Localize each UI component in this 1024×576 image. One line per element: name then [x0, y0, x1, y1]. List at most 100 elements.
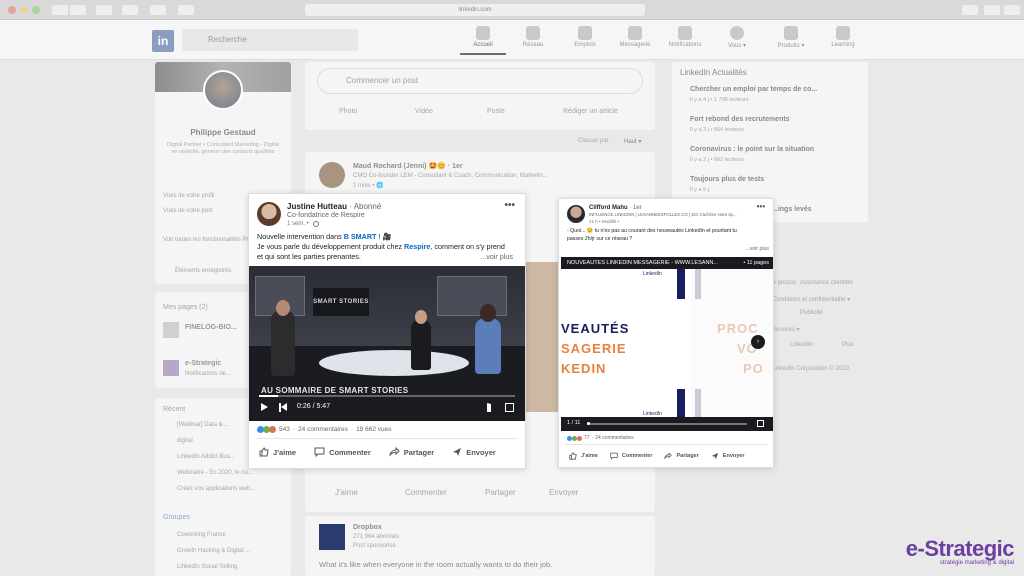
page-estrategic[interactable]: e-Strategic: [185, 360, 221, 367]
nav-notifications[interactable]: Notifications: [662, 26, 708, 48]
document-progress-track[interactable]: [587, 423, 747, 425]
nav-messaging[interactable]: Messagerie: [612, 26, 658, 48]
footer-link[interactable]: À propos: [772, 280, 796, 286]
see-more-link[interactable]: ...voir plus: [480, 252, 513, 262]
author-avatar[interactable]: [567, 205, 585, 223]
footer-link[interactable]: Services ▾: [772, 326, 800, 333]
bg-like-button[interactable]: J'aime: [335, 488, 358, 497]
close-window-dot[interactable]: [8, 6, 16, 14]
footer-link[interactable]: Plus: [842, 342, 854, 348]
page-finelog[interactable]: FINELOG-BIO...: [185, 324, 237, 331]
group-item[interactable]: Growth Hacking & Digital ...: [177, 548, 250, 554]
video-player[interactable]: SMART STORIES AU SOMMAIRE DE SMART STORI…: [249, 266, 525, 421]
next-slide-button[interactable]: ›: [751, 335, 765, 349]
news-title: LinkedIn Actualités: [680, 68, 747, 77]
document-viewer[interactable]: NOUVEAUTES LINKEDIN MESSAGERIE - WWW.LES…: [561, 257, 773, 431]
bg-post-subtitle: CMO Co-founder LEM - Consultant & Coach,…: [353, 173, 548, 179]
slide-bar-bottom: [677, 389, 685, 419]
like-button[interactable]: J'aime: [569, 452, 598, 460]
maximize-window-dot[interactable]: [32, 6, 40, 14]
nav-products[interactable]: Produits ▾: [768, 26, 814, 49]
volume-muted-icon[interactable]: [487, 403, 497, 412]
mention-respire[interactable]: Respire: [404, 242, 430, 251]
news-item-title[interactable]: Coronavirus : le point sur la situation: [690, 146, 814, 153]
more-options-icon[interactable]: •••: [504, 200, 515, 211]
group-item[interactable]: LinkedIn Social Selling: [177, 564, 237, 570]
url-bar[interactable]: linkedin.com: [305, 4, 645, 16]
shield-icon[interactable]: [122, 5, 138, 15]
send-button[interactable]: Envoyer: [711, 452, 745, 460]
author-avatar[interactable]: [257, 202, 281, 226]
nav-network[interactable]: Réseau: [510, 26, 556, 48]
news-item-title[interactable]: ...ings levés: [772, 206, 812, 213]
search-input[interactable]: Recherche: [182, 29, 358, 51]
footer-link[interactable]: Publicité: [800, 310, 823, 316]
photo-button[interactable]: Photo: [339, 108, 357, 115]
bg-share-button[interactable]: Partager: [485, 488, 516, 497]
start-post-input[interactable]: Commencer un post: [317, 68, 643, 94]
recent-item[interactable]: LinkedIn Addict Bus...: [177, 454, 235, 460]
profile-stat-post-views[interactable]: Vues de votre post: [163, 208, 213, 214]
bg-send-button[interactable]: Envoyer: [549, 488, 578, 497]
share-button[interactable]: Partager: [664, 452, 699, 460]
recent-item[interactable]: digital: [177, 438, 193, 444]
recent-item[interactable]: [Webinar] Data & ...: [177, 422, 229, 428]
news-item-title[interactable]: Chercher un emploi par temps de co...: [690, 86, 817, 93]
share-button[interactable]: Partager: [388, 447, 434, 457]
sidebar-icon[interactable]: [96, 5, 112, 15]
like-button[interactable]: J'aime: [259, 447, 296, 457]
nav-jobs[interactable]: Emplois: [562, 26, 608, 48]
recent-item[interactable]: Webinaire - En 2020, le no...: [177, 470, 253, 476]
nav-home[interactable]: Accueil: [460, 26, 506, 55]
video-progress-track[interactable]: [259, 395, 515, 397]
linkedin-logo[interactable]: in: [152, 30, 174, 52]
comment-button[interactable]: Commenter: [314, 447, 371, 457]
reaction-count[interactable]: 543: [279, 426, 290, 433]
group-item[interactable]: Coworking France: [177, 532, 226, 538]
footer-link[interactable]: LinkedIn: [790, 342, 813, 348]
profile-avatar[interactable]: [203, 70, 243, 110]
back-icon[interactable]: [52, 5, 68, 15]
fullscreen-icon[interactable]: [505, 403, 514, 412]
nav-learning[interactable]: Learning: [820, 26, 866, 48]
tabs-icon[interactable]: [984, 5, 1000, 15]
footer-link[interactable]: Conditions et confidentialité ▾: [772, 296, 850, 303]
forward-icon[interactable]: [70, 5, 86, 15]
mention-bsmart[interactable]: B SMART: [344, 232, 377, 241]
write-article-button[interactable]: Rédiger un article: [563, 108, 618, 115]
news-item-title[interactable]: Toujours plus de tests: [690, 176, 764, 183]
sort-dropdown[interactable]: Haut ▾: [624, 138, 641, 145]
play-icon[interactable]: [261, 403, 268, 411]
nav-me[interactable]: Vous ▾: [714, 26, 760, 49]
footer-link[interactable]: Assistance clientèle: [800, 280, 853, 286]
news-item-meta: Il y a 5 j: [690, 187, 709, 193]
event-button[interactable]: Poste: [487, 108, 505, 115]
video-button[interactable]: Vidéo: [415, 108, 433, 115]
more-options-icon[interactable]: •••: [757, 202, 765, 211]
reaction-count[interactable]: 77: [584, 435, 590, 441]
recent-item[interactable]: Créez vos applications web...: [177, 486, 255, 492]
groups-title[interactable]: Groupes: [163, 514, 190, 521]
extension-icon[interactable]: [178, 5, 194, 15]
saved-items-link[interactable]: Éléments enregistrés: [175, 268, 231, 274]
linkedin-tab-icon[interactable]: [150, 5, 166, 15]
see-more-link[interactable]: ...voir plus: [567, 246, 769, 254]
comment-button[interactable]: Commenter: [610, 452, 652, 460]
share-arrow-icon: [388, 447, 400, 457]
author-name[interactable]: Justine Hutteau: [287, 202, 347, 211]
bg-comment-button[interactable]: Commenter: [405, 488, 447, 497]
profile-name[interactable]: Philippe Gestaud: [155, 128, 291, 137]
bg-post-author[interactable]: Maud Rochard (Jenni) 🤩😊 · 1er: [353, 162, 463, 170]
author-name[interactable]: Clifford Mahu: [589, 205, 628, 211]
share-icon[interactable]: [962, 5, 978, 15]
comment-count[interactable]: 24 commentaires: [298, 426, 348, 433]
fullscreen-icon[interactable]: [757, 420, 764, 427]
dropbox-logo[interactable]: [319, 524, 345, 550]
comment-count[interactable]: 24 commentaires: [595, 435, 633, 441]
news-item-title[interactable]: Fort rebond des recrutements: [690, 116, 790, 123]
add-tab-icon[interactable]: [1004, 5, 1020, 15]
send-button[interactable]: Envoyer: [452, 447, 496, 457]
minimize-window-dot[interactable]: [20, 6, 28, 14]
dropbox-name[interactable]: Dropbox: [353, 524, 382, 531]
profile-stat-views[interactable]: Vues de votre profil: [163, 193, 214, 199]
